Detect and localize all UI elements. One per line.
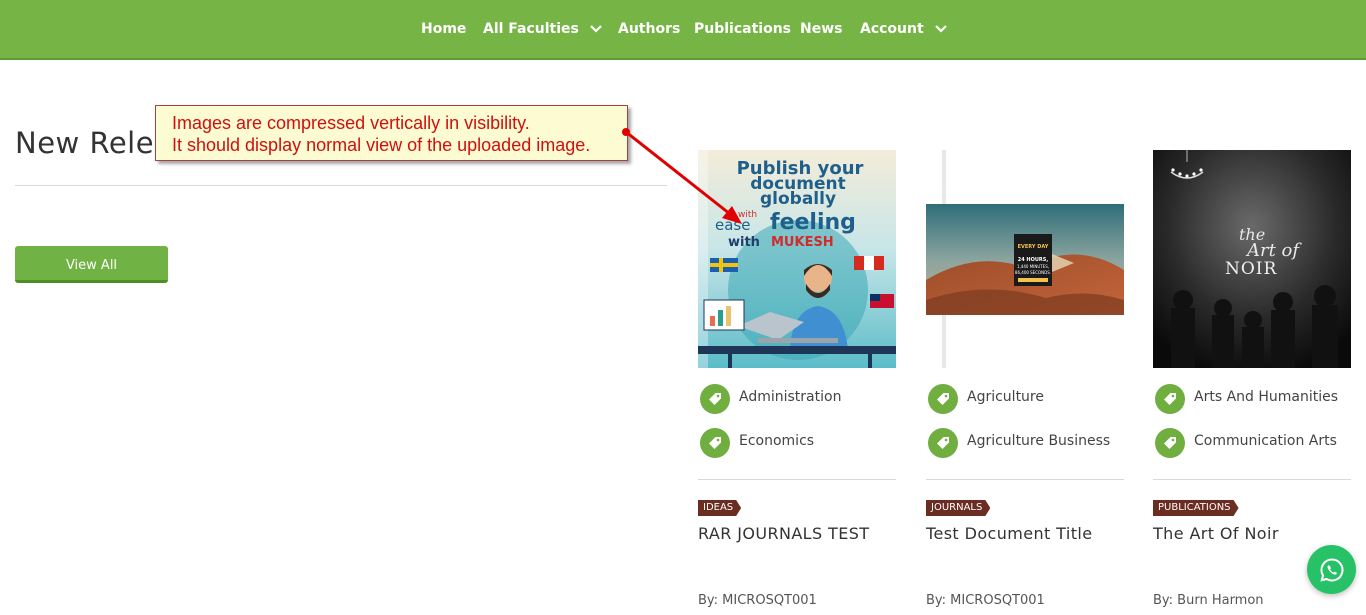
- tag-icon: [700, 384, 730, 414]
- cover-illustration: the Art of NOIR: [1153, 150, 1351, 368]
- cover-text: ease: [715, 216, 750, 234]
- card-title[interactable]: Test Document Title: [926, 524, 1092, 543]
- cover-text: with: [728, 235, 760, 250]
- nav-home[interactable]: Home: [421, 0, 466, 58]
- category-label: Arts And Humanities: [1194, 389, 1339, 405]
- tag-icon: [1155, 384, 1185, 414]
- category-tag[interactable]: Economics: [698, 428, 918, 460]
- cover-illustration: EVERY DAY 24 HOURS, 1,440 MINUTES, 86,40…: [926, 150, 1124, 368]
- tag-icon: [928, 428, 958, 458]
- annotation-callout: Images are compressed vertically in visi…: [155, 105, 628, 161]
- category-label: Communication Arts: [1194, 433, 1337, 449]
- cover-text: 1,440 MINUTES,: [1017, 264, 1049, 269]
- whatsapp-chat-button[interactable]: [1307, 545, 1356, 594]
- cover-text: MUKESH: [771, 235, 834, 250]
- nav-label: All Faculties: [483, 21, 579, 37]
- tag-icon: [1155, 428, 1185, 458]
- annotation-line: Images are compressed vertically in visi…: [172, 113, 530, 133]
- chevron-down-icon: [589, 25, 602, 33]
- cover-text: Art of: [1245, 240, 1302, 261]
- card-author[interactable]: By: MICROSQT001: [926, 593, 1045, 608]
- cover-image[interactable]: the Art of NOIR: [1153, 150, 1351, 368]
- card-divider: [698, 479, 896, 480]
- cover-text: 86,400 SECONDS.: [1015, 270, 1051, 275]
- whatsapp-icon: [1319, 557, 1343, 582]
- nav-label: News: [800, 21, 843, 37]
- cover-illustration: Publish your document globally with ease…: [698, 150, 896, 368]
- top-navigation-bar: Home All Faculties Authors Publications …: [0, 0, 1366, 60]
- category-label: Agriculture: [967, 389, 1044, 405]
- annotation-line: It should display normal view of the upl…: [172, 135, 591, 155]
- card-title[interactable]: RAR JOURNALS TEST: [698, 524, 869, 543]
- category-label: Agriculture Business: [967, 433, 1111, 449]
- tag-icon: [928, 384, 958, 414]
- nav-label: Home: [421, 21, 467, 37]
- card-divider: [926, 479, 1124, 480]
- nav-account[interactable]: Account: [860, 0, 947, 58]
- category-tag[interactable]: Arts And Humanities: [1153, 384, 1366, 416]
- cover-text: globally: [760, 189, 836, 209]
- category-tag[interactable]: Administration: [698, 384, 918, 416]
- card-author[interactable]: By: Burn Harmon: [1153, 593, 1264, 608]
- nav-label: Authors: [618, 21, 681, 37]
- cover-text: EVERY DAY: [1018, 244, 1049, 250]
- chevron-down-icon: [934, 25, 947, 33]
- type-badge[interactable]: IDEAS: [698, 500, 741, 516]
- cover-text: NOIR: [1225, 259, 1278, 279]
- tag-icon: [700, 428, 730, 458]
- card-divider: [1153, 479, 1351, 480]
- type-badge[interactable]: PUBLICATIONS: [1153, 500, 1239, 516]
- category-tag[interactable]: Agriculture Business: [926, 428, 1146, 460]
- cover-text: feeling: [770, 210, 856, 235]
- category-tag[interactable]: Agriculture: [926, 384, 1146, 416]
- card-title[interactable]: The Art Of Noir: [1153, 524, 1279, 543]
- category-tag[interactable]: Communication Arts: [1153, 428, 1366, 460]
- type-badge[interactable]: JOURNALS: [926, 500, 990, 516]
- category-label: Economics: [739, 433, 815, 449]
- category-label: Administration: [739, 389, 842, 405]
- nav-all-faculties[interactable]: All Faculties: [483, 0, 602, 58]
- section-divider: [15, 185, 667, 186]
- cover-image[interactable]: EVERY DAY 24 HOURS, 1,440 MINUTES, 86,40…: [926, 150, 1124, 368]
- nav-news[interactable]: News: [800, 0, 842, 58]
- cover-image[interactable]: Publish your document globally with ease…: [698, 150, 896, 368]
- nav-publications[interactable]: Publications: [694, 0, 791, 58]
- nav-label: Publications: [694, 21, 792, 37]
- card-author[interactable]: By: MICROSQT001: [698, 593, 817, 608]
- view-all-button[interactable]: View All: [15, 246, 168, 283]
- cover-text: 24 HOURS,: [1018, 257, 1049, 263]
- nav-authors[interactable]: Authors: [618, 0, 680, 58]
- nav-label: Account: [860, 21, 924, 37]
